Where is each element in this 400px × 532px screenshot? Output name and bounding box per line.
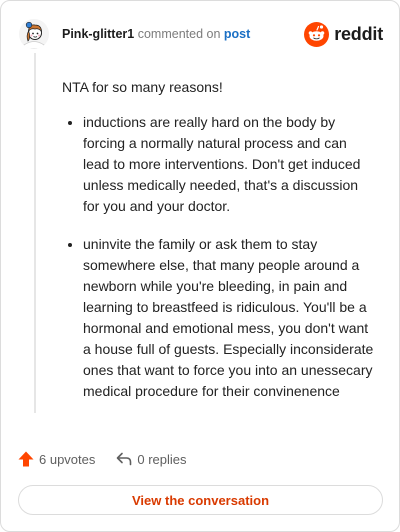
- reply-count: 0 replies: [137, 451, 187, 467]
- comment-intro: NTA for so many reasons!: [62, 79, 223, 95]
- brand-wordmark: reddit: [334, 23, 383, 44]
- comment-point: inductions are really hard on the body b…: [83, 112, 375, 217]
- replies-button[interactable]: 0 replies: [115, 450, 187, 468]
- username[interactable]: Pink-glitter1: [62, 27, 134, 41]
- comment-point: uninvite the family or ask them to stay …: [83, 234, 375, 402]
- upvote-count: 6 upvotes: [39, 451, 96, 467]
- post-link[interactable]: post: [224, 27, 250, 41]
- comment-actions: 6 upvotes 0 replies: [17, 450, 187, 468]
- comment-embed-card: Pink-glitter1 commented on post reddit N…: [0, 0, 400, 532]
- comment-meta: Pink-glitter1 commented on post: [62, 26, 304, 42]
- avatar[interactable]: [19, 19, 49, 49]
- action-text: commented on: [137, 27, 221, 41]
- upvote-arrow-icon: [18, 451, 34, 467]
- view-conversation-button[interactable]: View the conversation: [18, 485, 383, 515]
- comment-points: inductions are really hard on the body b…: [62, 112, 375, 402]
- comment-body: NTA for so many reasons! inductions are …: [62, 77, 375, 419]
- comment-header: Pink-glitter1 commented on post reddit: [19, 19, 383, 49]
- thread-line: [34, 53, 36, 413]
- reddit-logo-icon: [304, 21, 330, 47]
- upvote-button[interactable]: 6 upvotes: [17, 450, 95, 468]
- reddit-brand[interactable]: reddit: [304, 21, 383, 47]
- avatar-cartoon-icon: [19, 19, 49, 49]
- reply-arrow-icon: [117, 452, 132, 466]
